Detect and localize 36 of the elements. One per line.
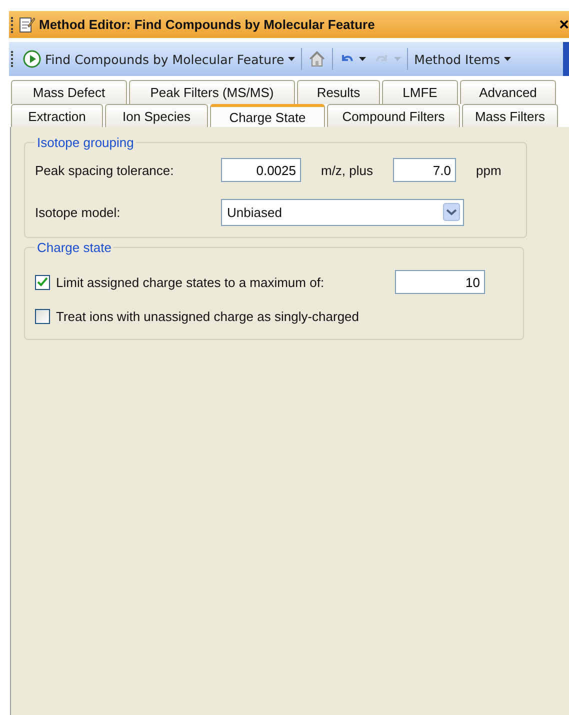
tab[interactable]: Mass Defect: [11, 80, 127, 104]
method-dropdown[interactable]: Find Compounds by Molecular Feature: [19, 45, 300, 73]
notepad-pencil-icon: [19, 16, 35, 34]
method-items-menu[interactable]: Method Items: [410, 45, 515, 73]
ppm-input[interactable]: 7.0: [393, 158, 456, 182]
tab[interactable]: Charge State: [210, 104, 325, 127]
max-charge-input[interactable]: 10: [395, 270, 485, 294]
chevron-down-icon: [443, 203, 460, 221]
tab[interactable]: Advanced: [460, 80, 556, 104]
caret-icon: [359, 57, 366, 61]
unit-label: m/z, plus: [320, 162, 374, 178]
checkbox[interactable]: [35, 274, 50, 290]
tab[interactable]: Extraction: [11, 104, 103, 127]
tolerance-input[interactable]: 0.0025: [221, 158, 301, 182]
tab[interactable]: Mass Filters: [462, 104, 558, 127]
close-button[interactable]: ×: [555, 14, 569, 34]
play-icon: [23, 50, 41, 68]
tab[interactable]: LMFE: [382, 80, 458, 104]
tab[interactable]: Peak Filters (MS/MS): [129, 80, 295, 104]
tab[interactable]: Compound Filters: [327, 104, 460, 127]
checkbox-label: Treat ions with unassigned charge as singly-charged: [56, 308, 360, 324]
caret-icon: [288, 57, 296, 61]
group-title: Isotope grouping: [36, 135, 135, 150]
tab[interactable]: Results: [297, 80, 380, 104]
caret-icon: [504, 57, 511, 61]
field-label: Peak spacing tolerance:: [35, 162, 175, 178]
window-title: Method Editor: Find Compounds by Molecular Feature: [39, 17, 376, 32]
unit-label: ppm: [476, 162, 502, 178]
isotope-model-dropdown[interactable]: Unbiased: [221, 198, 464, 226]
house-icon: [308, 50, 326, 68]
tab[interactable]: Ion Species: [105, 104, 208, 127]
group-title: Charge state: [36, 240, 112, 255]
checkbox-label: Limit assigned charge states to a maximum of:: [56, 274, 324, 290]
field-label: Isotope model:: [35, 204, 122, 220]
checkbox[interactable]: [35, 308, 50, 324]
caret-icon: [394, 57, 402, 61]
